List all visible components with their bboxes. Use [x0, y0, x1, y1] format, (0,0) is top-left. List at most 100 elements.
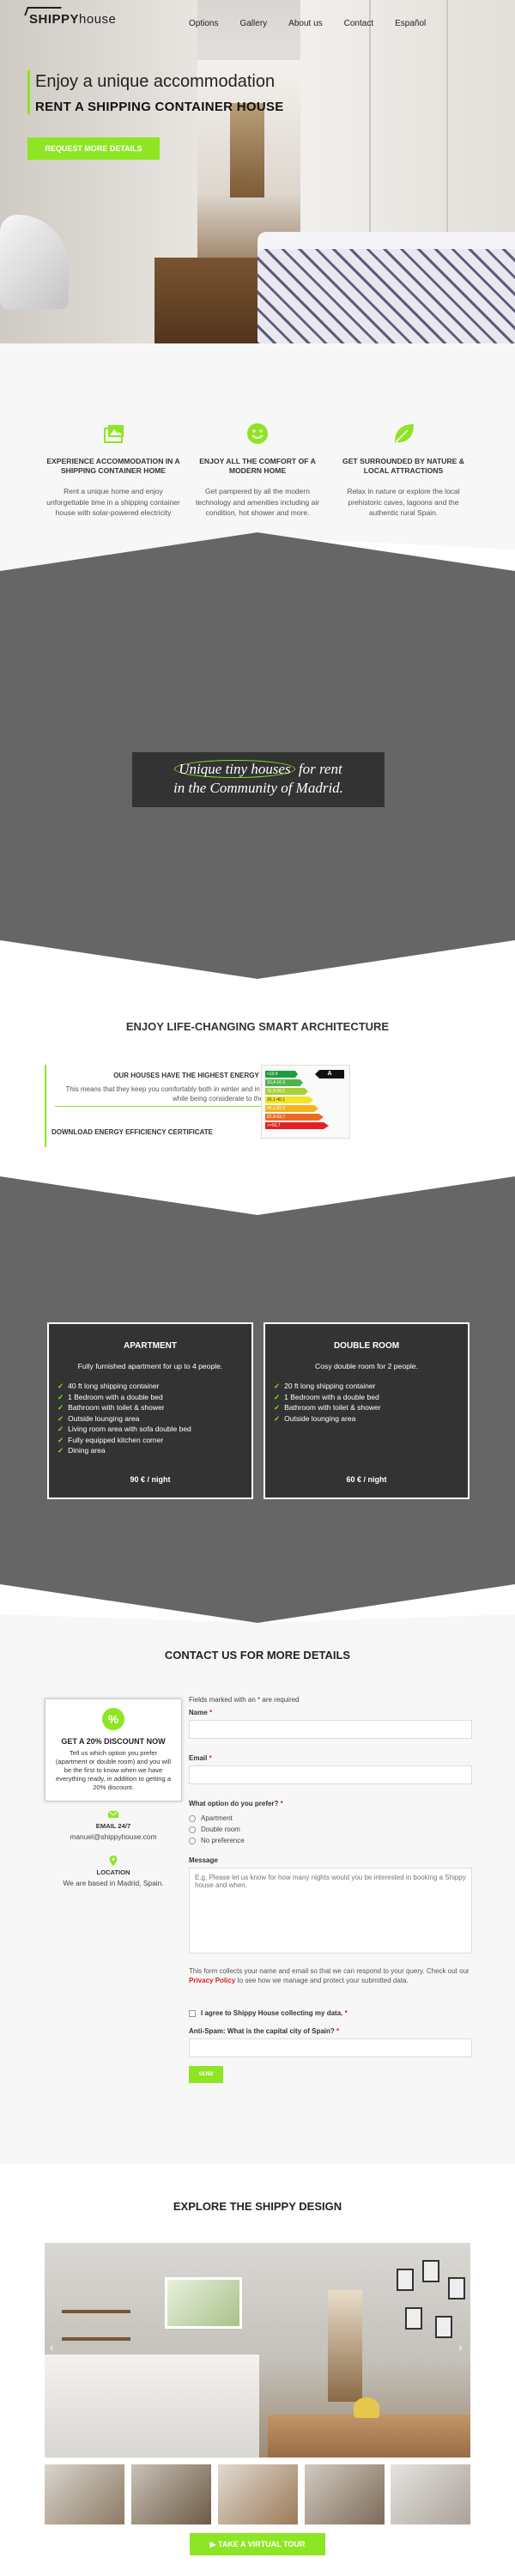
name-input[interactable] [189, 1720, 472, 1739]
discount-desc: Tell us which option you prefer (apartme… [55, 1749, 172, 1791]
email-label: EMAIL 24/7 [95, 1822, 131, 1830]
gallery-thumbnail[interactable] [218, 2464, 298, 2524]
energy-bar: >=93,7 [265, 1122, 329, 1129]
shelf [62, 2310, 130, 2313]
send-button[interactable]: SEND [189, 2066, 223, 2083]
leaf-icon [391, 421, 416, 447]
request-details-button[interactable]: REQUEST MORE DETAILS [27, 137, 160, 160]
doorway [328, 2290, 362, 2402]
feature-desc: Get pampered by all the modern technolog… [195, 487, 320, 517]
radio-apartment[interactable]: Apartment [189, 1814, 472, 1822]
radio-double-room[interactable]: Double room [189, 1826, 472, 1833]
radio-label: Double room [201, 1826, 240, 1833]
envelope-icon [107, 1808, 119, 1819]
feature-desc: Rent a unique home and enjoy unforgettab… [46, 487, 180, 517]
email-value[interactable]: manuel@shippyhouse.com [45, 1832, 182, 1841]
contact-form: Fields marked with an * are required Nam… [189, 1696, 472, 2083]
nav-link-gallery[interactable]: Gallery [239, 19, 267, 28]
privacy-policy-link[interactable]: Privacy Policy [189, 1977, 235, 1984]
nav-link-about[interactable]: About us [288, 19, 322, 28]
privacy-note: This form collects your name and email s… [189, 1966, 472, 1985]
energy-bar: 82,9-93,7 [265, 1114, 324, 1121]
option-card-double-room[interactable]: DOUBLE ROOM Cosy double room for 2 peopl… [264, 1322, 470, 1499]
video-icon: ▶ [209, 2540, 219, 2549]
radio-circle[interactable] [189, 1826, 196, 1833]
radio-no-preference[interactable]: No preference [189, 1837, 472, 1844]
chair [354, 2397, 379, 2418]
nav-links: Options Gallery About us Contact Español [189, 19, 447, 28]
picture-frame [405, 2307, 422, 2330]
list-item: 20 ft long shipping container [274, 1381, 468, 1392]
list-item: 1 Bedroom with a double bed [58, 1392, 251, 1403]
agree-checkbox[interactable] [189, 2009, 196, 2017]
gallery-next-arrow[interactable]: › [458, 2340, 463, 2354]
logo-roof-icon [24, 7, 62, 15]
privacy-suffix: to see how we manage and protect your su… [235, 1977, 409, 1984]
option-price: 90 € / night [130, 1475, 171, 1484]
location-label: LOCATION [96, 1868, 130, 1876]
option-features: 20 ft long shipping container 1 Bedroom … [274, 1381, 468, 1424]
discount-title: GET A 20% DISCOUNT NOW [61, 1737, 166, 1746]
message-textarea[interactable] [189, 1868, 472, 1953]
option-question: What option do you prefer? * [189, 1800, 472, 1807]
virtual-tour-button[interactable]: ▶ TAKE A VIRTUAL TOUR [190, 2533, 325, 2555]
radio-label: No preference [201, 1837, 245, 1844]
location-info: LOCATION We are based in Madrid, Spain. [45, 1855, 182, 1887]
hero-heading-block: Enjoy a unique accommodation RENT A SHIP… [27, 70, 284, 114]
required-note: Fields marked with an * are required [189, 1696, 300, 1704]
nav-link-options[interactable]: Options [189, 19, 218, 28]
message-label: Message [189, 1856, 218, 1864]
feature-desc: Relax in nature or explore the local pre… [347, 487, 460, 517]
gallery-thumbnail[interactable] [131, 2464, 211, 2524]
quote-rest: for rent [294, 761, 342, 777]
discount-box: % GET A 20% DISCOUNT NOW Tell us which o… [45, 1698, 182, 1801]
location-pin-icon [108, 1855, 118, 1866]
agree-label: I agree to Shippy House collecting my da… [201, 2009, 343, 2017]
antispam-label-text: Anti-Spam: What is the capital city of S… [189, 2027, 335, 2035]
energy-bar: 10,4-16,9 [265, 1079, 303, 1086]
gallery-main-image[interactable] [45, 2243, 470, 2458]
smiley-icon [245, 421, 270, 447]
logo-light: house [79, 12, 117, 27]
antispam-label: Anti-Spam: What is the capital city of S… [189, 2027, 472, 2035]
option-title: APARTMENT [123, 1341, 178, 1351]
nav-link-contact[interactable]: Contact [344, 19, 373, 28]
location-value: We are based in Madrid, Spain. [63, 1879, 164, 1887]
antispam-input[interactable] [189, 2038, 472, 2057]
energy-rating-label: <10,4 10,4-16,9 16,9-26,1 26,1-40,1 40,1… [261, 1065, 350, 1139]
email-input[interactable] [189, 1765, 472, 1784]
energy-bar: 26,1-40,1 [265, 1097, 313, 1103]
feature-title: ENJOY ALL THE COMFORT OF A MODERN HOME [199, 457, 316, 475]
quote-line-1: Unique tiny houses for rent [132, 760, 385, 779]
list-item: Bathroom with toilet & shower [274, 1402, 468, 1413]
hero-headline: Enjoy a unique accommodation [35, 72, 276, 91]
list-item: Fully equipped kitchen corner [58, 1435, 251, 1446]
radio-circle[interactable] [189, 1837, 196, 1844]
list-item: Living room area with sofa double bed [58, 1424, 251, 1435]
agree-row[interactable]: I agree to Shippy House collecting my da… [189, 2009, 472, 2017]
nav-link-language[interactable]: Español [395, 19, 426, 28]
required-star: * [280, 1800, 283, 1807]
logo[interactable]: SHIPPYhouse [24, 7, 117, 27]
gallery-thumbnail[interactable] [45, 2464, 124, 2524]
energy-section-title: ENJOY LIFE-CHANGING SMART ARCHITECTURE [125, 1020, 390, 1033]
required-star: * [209, 1709, 213, 1716]
gallery-title: EXPLORE THE SHIPPY DESIGN [173, 2200, 342, 2213]
gallery-thumbnail[interactable] [305, 2464, 385, 2524]
feature-accommodation: EXPERIENCE ACCOMMODATION IN A SHIPPING C… [45, 421, 182, 519]
download-certificate-link[interactable]: DOWNLOAD ENERGY EFFICIENCY CERTIFICATE [52, 1128, 213, 1136]
option-subtitle: Fully furnished apartment for up to 4 pe… [77, 1362, 223, 1370]
shelf [62, 2337, 130, 2341]
virtual-tour-label: TAKE A VIRTUAL TOUR [218, 2540, 306, 2549]
contact-title: CONTACT US FOR MORE DETAILS [164, 1649, 351, 1662]
feature-comfort: ENJOY ALL THE COMFORT OF A MODERN HOME G… [189, 421, 326, 519]
option-card-apartment[interactable]: APARTMENT Fully furnished apartment for … [47, 1322, 253, 1499]
image-gallery-icon [100, 421, 126, 447]
radio-circle[interactable] [189, 1814, 196, 1822]
gallery-prev-arrow[interactable]: ‹ [50, 2340, 54, 2354]
email-field-label-text: Email [189, 1754, 208, 1762]
email-field-label: Email * [189, 1754, 472, 1762]
required-star: * [209, 1754, 212, 1762]
gallery-thumbnail[interactable] [391, 2464, 470, 2524]
list-item: Dining area [58, 1445, 251, 1456]
